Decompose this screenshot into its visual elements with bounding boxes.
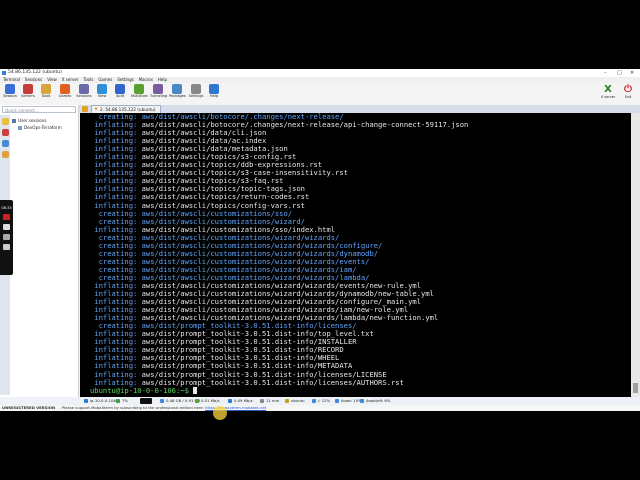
settings-button[interactable]: Settings — [188, 84, 204, 99]
status-label: 0.09 Mb/s — [234, 398, 253, 403]
status-item: 7% — [116, 397, 128, 405]
status-label: 0.01 Mb/s — [201, 398, 220, 403]
packages-icon — [172, 84, 182, 94]
status-icon — [228, 399, 232, 403]
scrollbar-thumb[interactable] — [633, 383, 638, 393]
servers-button[interactable]: Servers — [20, 84, 36, 99]
terminal-scrollbar[interactable] — [631, 113, 640, 397]
quick-connect-input[interactable]: Quick connect... — [2, 106, 76, 113]
status-item: /: 12% — [312, 397, 330, 405]
exit-button[interactable]: ⏻ Exit — [620, 84, 636, 99]
games-icon — [60, 84, 70, 94]
power-icon: ⏻ — [624, 84, 632, 95]
support-message: - Please support MobaXterm by subscribin… — [59, 405, 204, 410]
status-item: ip-10-0-0-106 — [84, 397, 116, 405]
star-icon: ★ — [94, 107, 99, 112]
undo-icon[interactable] — [3, 234, 10, 240]
status-icon — [84, 399, 88, 403]
split-button[interactable]: Split — [112, 84, 128, 99]
split-icon — [115, 84, 125, 94]
status-bar: ip-10-0-0-106 7% 0.48 GB / 0.91 GB 0.01 Mb/… — [0, 397, 640, 405]
status-label: /boot: 10% — [341, 398, 362, 403]
tools-icon — [41, 84, 51, 94]
status-item: 11 min — [260, 397, 279, 405]
multiexec-icon — [134, 84, 144, 94]
status-label: ip-10-0-0-106 — [90, 398, 116, 403]
status-item: 0.09 Mb/s — [228, 397, 253, 405]
text-cursor — [193, 387, 198, 395]
mobaxterm-window: 54.86.135.122 (ubuntu) – □ ✕ Terminal Se… — [0, 69, 640, 411]
shell-prompt: ubuntu@ip-10-0-0-106:~$ — [90, 385, 194, 395]
settings-icon — [191, 84, 201, 94]
home-tab-icon[interactable] — [82, 106, 88, 112]
maximize-button[interactable]: □ — [617, 69, 622, 77]
sessions-button[interactable]: Sessions — [76, 84, 92, 99]
folder-icon — [12, 119, 16, 123]
help-button[interactable]: Help — [206, 84, 222, 99]
sftp-tab-icon[interactable] — [1, 151, 9, 158]
session-icon — [5, 84, 15, 94]
status-item — [140, 397, 154, 405]
app-icon — [2, 71, 6, 75]
tab-bar: ★ 2. 54.86.135.122 (ubuntu) — [79, 105, 640, 113]
terminal-prompt-line[interactable]: ubuntu@ip-10-0-0-106:~$ — [80, 385, 631, 395]
status-icon — [140, 398, 152, 404]
stop-record-icon[interactable] — [3, 214, 10, 220]
tunneling-button[interactable]: Tunneling — [150, 84, 167, 99]
trash-icon[interactable] — [3, 244, 10, 250]
multiexec-button[interactable]: MultiExec — [131, 84, 148, 99]
status-label: ubuntu — [291, 398, 305, 403]
terminal-output[interactable]: creating: aws/dist/awscli/botocore/.chan… — [80, 113, 631, 397]
view-button[interactable]: View — [94, 84, 110, 99]
status-icon — [260, 399, 264, 403]
tab-ubuntu-session[interactable]: ★ 2. 54.86.135.122 (ubuntu) — [91, 105, 161, 113]
status-label: 7% — [122, 398, 129, 403]
status-icon — [195, 399, 199, 403]
status-item: ubuntu — [285, 397, 305, 405]
tools-button[interactable]: Tools — [38, 84, 54, 99]
macros-tab-icon[interactable] — [1, 140, 9, 147]
title-bar: 54.86.135.122 (ubuntu) – □ ✕ — [0, 69, 640, 77]
view-icon — [97, 84, 107, 94]
tools-tab-icon[interactable] — [1, 129, 9, 136]
status-icon — [360, 399, 364, 403]
status-item: 0.01 Mb/s — [195, 397, 220, 405]
games-button[interactable]: Games — [57, 84, 73, 99]
status-label: 11 min — [266, 398, 280, 403]
sessions-icon — [79, 84, 89, 94]
tree-devops-terraform[interactable]: DevOps-Terraform — [18, 125, 62, 131]
tunneling-icon — [153, 84, 163, 94]
recorder-panel: 08:33 — [0, 200, 13, 275]
pause-icon[interactable] — [3, 224, 10, 230]
x-server-button[interactable]: X X server — [600, 84, 616, 99]
packages-button[interactable]: Packages — [169, 84, 186, 99]
close-button[interactable]: ✕ — [630, 69, 634, 77]
servers-icon — [23, 84, 33, 94]
star-icon[interactable] — [1, 118, 9, 125]
window-title: 54.86.135.122 (ubuntu) — [8, 70, 62, 75]
help-icon — [209, 84, 219, 94]
session-item-icon — [18, 126, 22, 130]
unregistered-label: UNREGISTERED VERSION — [2, 405, 56, 410]
status-icon — [116, 399, 120, 403]
status-item: /boot/efi: 6% — [360, 397, 390, 405]
minimize-button[interactable]: – — [604, 69, 607, 77]
status-label: /boot/efi: 6% — [366, 398, 391, 403]
status-icon — [285, 399, 289, 403]
status-icon — [312, 399, 316, 403]
status-label: /: 12% — [318, 398, 331, 403]
status-item: /boot: 10% — [335, 397, 362, 405]
recording-time: 08:33 — [1, 206, 12, 210]
x-server-icon: X — [604, 84, 612, 95]
bottom-bar: UNREGISTERED VERSION - Please support Mob… — [0, 405, 640, 411]
status-icon — [335, 399, 339, 403]
tree-user-sessions[interactable]: User sessions — [12, 118, 47, 124]
session-button[interactable]: Session — [2, 84, 18, 99]
toolbar: Session Servers Tools Games Sessions Vie… — [0, 83, 640, 105]
mouse-pointer-highlight — [213, 406, 227, 420]
status-icon — [160, 399, 164, 403]
